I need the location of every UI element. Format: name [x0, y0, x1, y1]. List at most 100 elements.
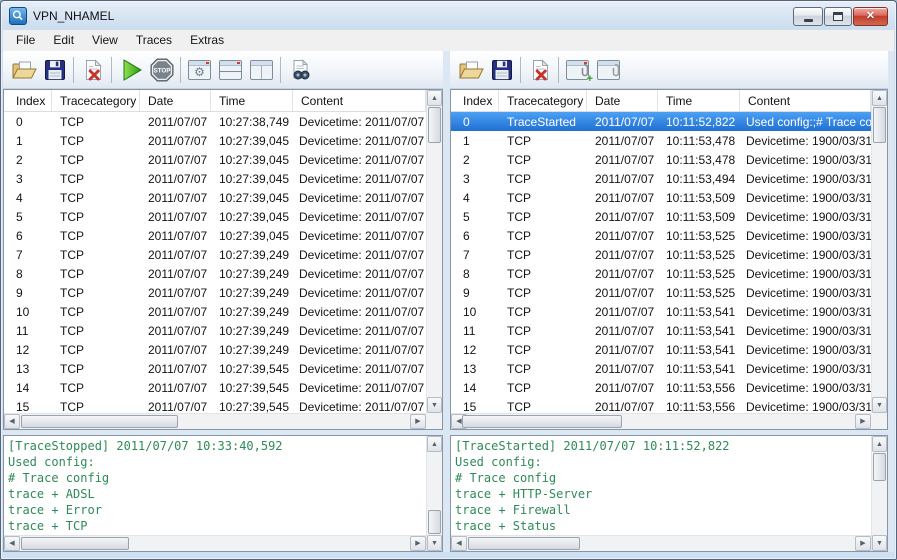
app-icon[interactable]	[9, 7, 27, 25]
scroll-thumb[interactable]	[468, 537, 580, 550]
table-horizontal-scrollbar[interactable]: ◀ ▶	[451, 413, 871, 429]
save-trace-button[interactable]	[486, 54, 517, 85]
column-header-time[interactable]: Time	[658, 90, 740, 111]
table-row[interactable]: 10TCP2011/07/0710:11:53,541Devicetime: 1…	[451, 302, 871, 321]
column-header-index[interactable]: Index	[451, 90, 499, 111]
attach-window-add-button[interactable]: +	[562, 54, 593, 85]
column-header-content[interactable]: Content	[740, 90, 871, 111]
scroll-thumb[interactable]	[21, 537, 129, 550]
table-row[interactable]: 8TCP2011/07/0710:27:39,249Devicetime: 20…	[4, 264, 426, 283]
menu-view[interactable]: View	[83, 31, 127, 50]
vertical-splitter[interactable]	[443, 51, 450, 552]
column-header-date[interactable]: Date	[140, 90, 211, 111]
table-row[interactable]: 10TCP2011/07/0710:27:39,249Devicetime: 2…	[4, 302, 426, 321]
close-button[interactable]: ✕	[853, 7, 888, 26]
search-trace-button[interactable]	[284, 54, 315, 85]
table-row[interactable]: 0TraceStarted2011/07/0710:11:52,822Used …	[451, 112, 871, 131]
column-header-tracecategory[interactable]: Tracecategory	[499, 90, 587, 111]
table-row[interactable]: 12TCP2011/07/0710:11:53,541Devicetime: 1…	[451, 340, 871, 359]
table-row[interactable]: 9TCP2011/07/0710:27:39,249Devicetime: 20…	[4, 283, 426, 302]
table-row[interactable]: 13TCP2011/07/0710:27:39,545Devicetime: 2…	[4, 359, 426, 378]
table-row[interactable]: 6TCP2011/07/0710:11:53,525Devicetime: 19…	[451, 226, 871, 245]
open-trace-button[interactable]	[8, 54, 39, 85]
table-horizontal-scrollbar[interactable]: ◀ ▶	[4, 413, 426, 429]
column-header-content[interactable]: Content	[293, 90, 426, 111]
menu-file[interactable]: File	[7, 31, 44, 50]
scroll-up-button[interactable]: ▲	[872, 90, 887, 106]
menu-extras[interactable]: Extras	[181, 31, 233, 50]
table-row[interactable]: 9TCP2011/07/0710:11:53,525Devicetime: 19…	[451, 283, 871, 302]
menu-edit[interactable]: Edit	[44, 31, 83, 50]
table-row[interactable]: 8TCP2011/07/0710:11:53,525Devicetime: 19…	[451, 264, 871, 283]
restore-button[interactable]	[824, 7, 852, 26]
table-row[interactable]: 1TCP2011/07/0710:11:53,478Devicetime: 19…	[451, 131, 871, 150]
open-trace-button[interactable]	[455, 54, 486, 85]
table-row[interactable]: 7TCP2011/07/0710:11:53,525Devicetime: 19…	[451, 245, 871, 264]
scroll-left-button[interactable]: ◀	[451, 536, 467, 551]
clear-trace-button[interactable]	[77, 54, 108, 85]
scroll-down-button[interactable]: ▼	[872, 397, 887, 413]
log-vertical-scrollbar[interactable]: ▲ ▼	[426, 436, 442, 551]
column-header-date[interactable]: Date	[587, 90, 658, 111]
scroll-down-button[interactable]: ▼	[427, 397, 442, 413]
log-horizontal-scrollbar[interactable]: ◀ ▶	[4, 535, 426, 551]
scroll-up-button[interactable]: ▲	[427, 436, 442, 452]
log-vertical-scrollbar[interactable]: ▲ ▼	[871, 436, 887, 551]
table-row[interactable]: 15TCP2011/07/0710:27:39,545Devicetime: 2…	[4, 397, 426, 413]
left-log-panel[interactable]: [TraceStopped] 2011/07/07 10:33:40,592Us…	[3, 435, 443, 552]
table-row[interactable]: 12TCP2011/07/0710:27:39,249Devicetime: 2…	[4, 340, 426, 359]
scroll-up-button[interactable]: ▲	[427, 90, 442, 106]
column-header-index[interactable]: Index	[4, 90, 52, 111]
table-row[interactable]: 4TCP2011/07/0710:11:53,509Devicetime: 19…	[451, 188, 871, 207]
scroll-thumb[interactable]	[428, 510, 441, 534]
trace-settings-button[interactable]: ⚙	[184, 54, 215, 85]
table-row[interactable]: 5TCP2011/07/0710:27:39,045Devicetime: 20…	[4, 207, 426, 226]
table-row[interactable]: 2TCP2011/07/0710:27:39,045Devicetime: 20…	[4, 150, 426, 169]
table-row[interactable]: 11TCP2011/07/0710:27:39,249Devicetime: 2…	[4, 321, 426, 340]
clear-trace-button[interactable]	[524, 54, 555, 85]
title-bar[interactable]: VPN_NHAMEL ✕	[3, 2, 894, 30]
scroll-right-button[interactable]: ▶	[410, 414, 426, 429]
scroll-thumb[interactable]	[873, 453, 886, 481]
table-row[interactable]: 6TCP2011/07/0710:27:39,045Devicetime: 20…	[4, 226, 426, 245]
table-vertical-scrollbar[interactable]: ▲ ▼	[426, 90, 442, 413]
scroll-right-button[interactable]: ▶	[410, 536, 426, 551]
table-row[interactable]: 4TCP2011/07/0710:27:39,045Devicetime: 20…	[4, 188, 426, 207]
table-row[interactable]: 3TCP2011/07/0710:11:53,494Devicetime: 19…	[451, 169, 871, 188]
scroll-up-button[interactable]: ▲	[872, 436, 887, 452]
table-vertical-scrollbar[interactable]: ▲ ▼	[871, 90, 887, 413]
scroll-down-button[interactable]: ▼	[872, 535, 887, 551]
table-row[interactable]: 1TCP2011/07/0710:27:39,045Devicetime: 20…	[4, 131, 426, 150]
scroll-right-button[interactable]: ▶	[855, 536, 871, 551]
column-header-time[interactable]: Time	[211, 90, 293, 111]
column-header-tracecategory[interactable]: Tracecategory	[52, 90, 140, 111]
stop-trace-button[interactable]: STOP	[146, 54, 177, 85]
scroll-thumb[interactable]	[21, 415, 178, 428]
attach-window-button[interactable]	[593, 54, 624, 85]
menu-traces[interactable]: Traces	[127, 31, 181, 50]
table-row[interactable]: 2TCP2011/07/0710:11:53,478Devicetime: 19…	[451, 150, 871, 169]
table-row[interactable]: 0TCP2011/07/0710:27:38,749Devicetime: 20…	[4, 112, 426, 131]
scroll-down-button[interactable]: ▼	[427, 535, 442, 551]
table-row[interactable]: 5TCP2011/07/0710:11:53,509Devicetime: 19…	[451, 207, 871, 226]
minimize-button[interactable]	[793, 7, 823, 26]
start-trace-button[interactable]	[115, 54, 146, 85]
scroll-thumb[interactable]	[462, 415, 622, 428]
table-row[interactable]: 13TCP2011/07/0710:11:53,541Devicetime: 1…	[451, 359, 871, 378]
table-row[interactable]: 7TCP2011/07/0710:27:39,249Devicetime: 20…	[4, 245, 426, 264]
scroll-thumb[interactable]	[428, 107, 441, 143]
table-row[interactable]: 3TCP2011/07/0710:27:39,045Devicetime: 20…	[4, 169, 426, 188]
table-row[interactable]: 11TCP2011/07/0710:11:53,541Devicetime: 1…	[451, 321, 871, 340]
right-log-panel[interactable]: [TraceStarted] 2011/07/07 10:11:52,822Us…	[450, 435, 888, 552]
table-row[interactable]: 14TCP2011/07/0710:27:39,545Devicetime: 2…	[4, 378, 426, 397]
split-horizontal-button[interactable]	[215, 54, 246, 85]
scroll-left-button[interactable]: ◀	[4, 414, 20, 429]
save-trace-button[interactable]	[39, 54, 70, 85]
table-row[interactable]: 14TCP2011/07/0710:11:53,556Devicetime: 1…	[451, 378, 871, 397]
table-row[interactable]: 15TCP2011/07/0710:11:53,556Devicetime: 1…	[451, 397, 871, 413]
scroll-thumb[interactable]	[873, 107, 886, 143]
scroll-right-button[interactable]: ▶	[855, 414, 871, 429]
log-horizontal-scrollbar[interactable]: ◀ ▶	[451, 535, 871, 551]
scroll-left-button[interactable]: ◀	[4, 536, 20, 551]
split-vertical-button[interactable]	[246, 54, 277, 85]
